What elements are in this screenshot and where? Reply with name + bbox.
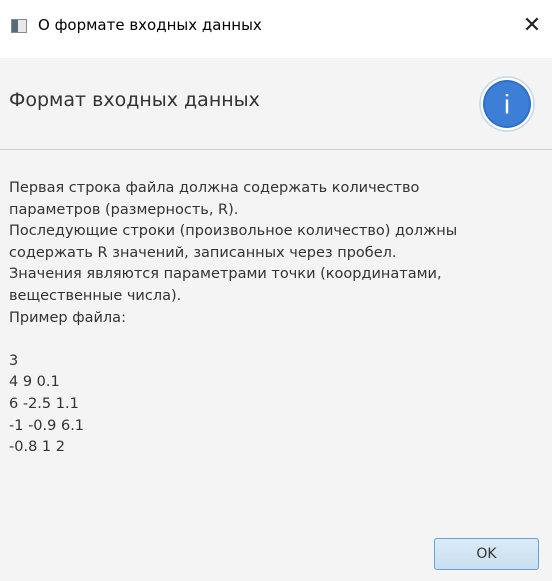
message-line: 4 9 0.1 xyxy=(9,374,60,391)
message-line: 6 -2.5 1.1 xyxy=(9,395,79,412)
app-icon xyxy=(11,19,27,33)
dialog-content: Первая строка файла должна содержать кол… xyxy=(0,150,552,581)
dialog-header: Формат входных данных i xyxy=(0,58,552,150)
message-line: Пример файла: xyxy=(9,309,126,326)
window-title: О формате входных данных xyxy=(38,16,262,34)
message-line: вещественные числа). xyxy=(9,287,182,304)
dialog-window: О формате входных данных ✕ Формат входны… xyxy=(0,0,552,581)
message-line: содержать R значений, записанных через п… xyxy=(9,244,397,261)
message-line: Значения являются параметрами точки (коо… xyxy=(9,266,442,283)
info-icon-glyph: i xyxy=(504,90,510,120)
info-icon: i xyxy=(479,76,535,132)
header-title: Формат входных данных xyxy=(9,89,260,111)
message-line: Первая строка файла должна содержать кол… xyxy=(9,180,420,196)
message-line: -1 -0.9 6.1 xyxy=(9,417,85,434)
message-text: Первая строка файла должна содержать кол… xyxy=(9,178,544,459)
message-line: -0.8 1 2 xyxy=(9,439,65,456)
message-line: 3 xyxy=(9,352,19,369)
ok-button[interactable]: OK xyxy=(434,538,539,570)
close-icon[interactable]: ✕ xyxy=(520,14,544,38)
message-line: параметров (размерность, R). xyxy=(9,201,239,218)
message-line: Последующие строки (произвольное количес… xyxy=(9,223,458,240)
message-line xyxy=(9,329,544,351)
title-bar[interactable]: О формате входных данных ✕ xyxy=(0,0,552,58)
